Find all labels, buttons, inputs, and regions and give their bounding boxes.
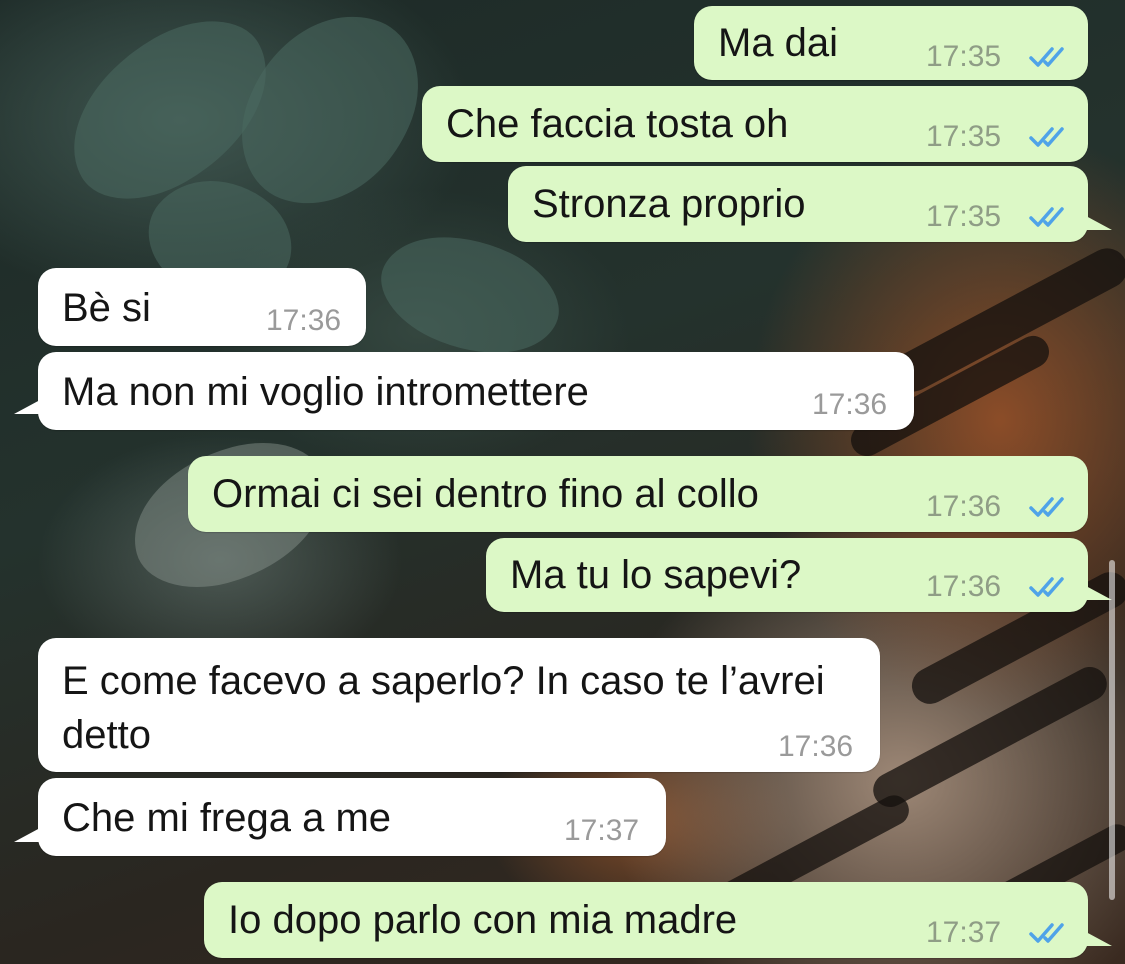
double-check-icon [1029,127,1064,147]
message-time: 17:35 [926,40,1002,73]
message-text: Bè si [62,286,151,330]
message-time: 17:35 [926,120,1002,153]
message-time: 17:36 [778,730,854,763]
message-time: 17:36 [926,490,1002,523]
message-bubble-outgoing[interactable]: Che faccia tosta oh 17:35 [422,86,1088,162]
message-text: Ma dai [718,21,839,65]
scrollbar[interactable] [1109,560,1115,900]
bubble-tail [1086,932,1112,946]
message-bubble-incoming[interactable]: Che mi frega a me 17:37 [38,778,666,856]
double-check-icon [1029,497,1064,517]
message-time: 17:37 [926,916,1002,949]
double-check-icon [1029,923,1064,943]
message-text: Ma non mi voglio intromettere [62,370,589,414]
message-time: 17:36 [926,570,1002,603]
message-bubble-incoming[interactable]: Bè si 17:36 [38,268,366,346]
wallpaper-stripe [867,660,1113,814]
message-text: Io dopo parlo con mia madre [228,898,738,942]
double-check-icon [1029,47,1064,67]
bubble-tail [1086,216,1112,230]
message-time: 17:37 [564,814,640,847]
message-bubble-outgoing[interactable]: Stronza proprio 17:35 [508,166,1088,242]
message-time: 17:36 [812,388,888,421]
message-bubble-outgoing[interactable]: Io dopo parlo con mia madre 17:37 [204,882,1088,958]
message-time: 17:35 [926,200,1002,233]
message-text: Ma tu lo sapevi? [510,553,802,597]
message-bubble-incoming[interactable]: E come facevo a saperlo? In caso te l’av… [38,638,880,772]
bubble-tail [14,400,40,414]
message-bubble-outgoing[interactable]: Ormai ci sei dentro fino al collo 17:36 [188,456,1088,532]
message-text: Ormai ci sei dentro fino al collo [212,472,759,516]
message-text: Che mi frega a me [62,796,392,840]
message-bubble-outgoing[interactable]: Ma tu lo sapevi? 17:36 [486,538,1088,612]
message-text: Che faccia tosta oh [446,102,789,146]
message-time: 17:36 [266,304,342,337]
message-text: Stronza proprio [532,182,806,226]
message-text: E come facevo a saperlo? In caso te l’av… [62,659,825,757]
message-bubble-outgoing[interactable]: Ma dai 17:35 [694,6,1088,80]
bubble-tail [14,828,40,842]
double-check-icon [1029,577,1064,597]
message-bubble-incoming[interactable]: Ma non mi voglio intromettere 17:36 [38,352,914,430]
double-check-icon [1029,207,1064,227]
